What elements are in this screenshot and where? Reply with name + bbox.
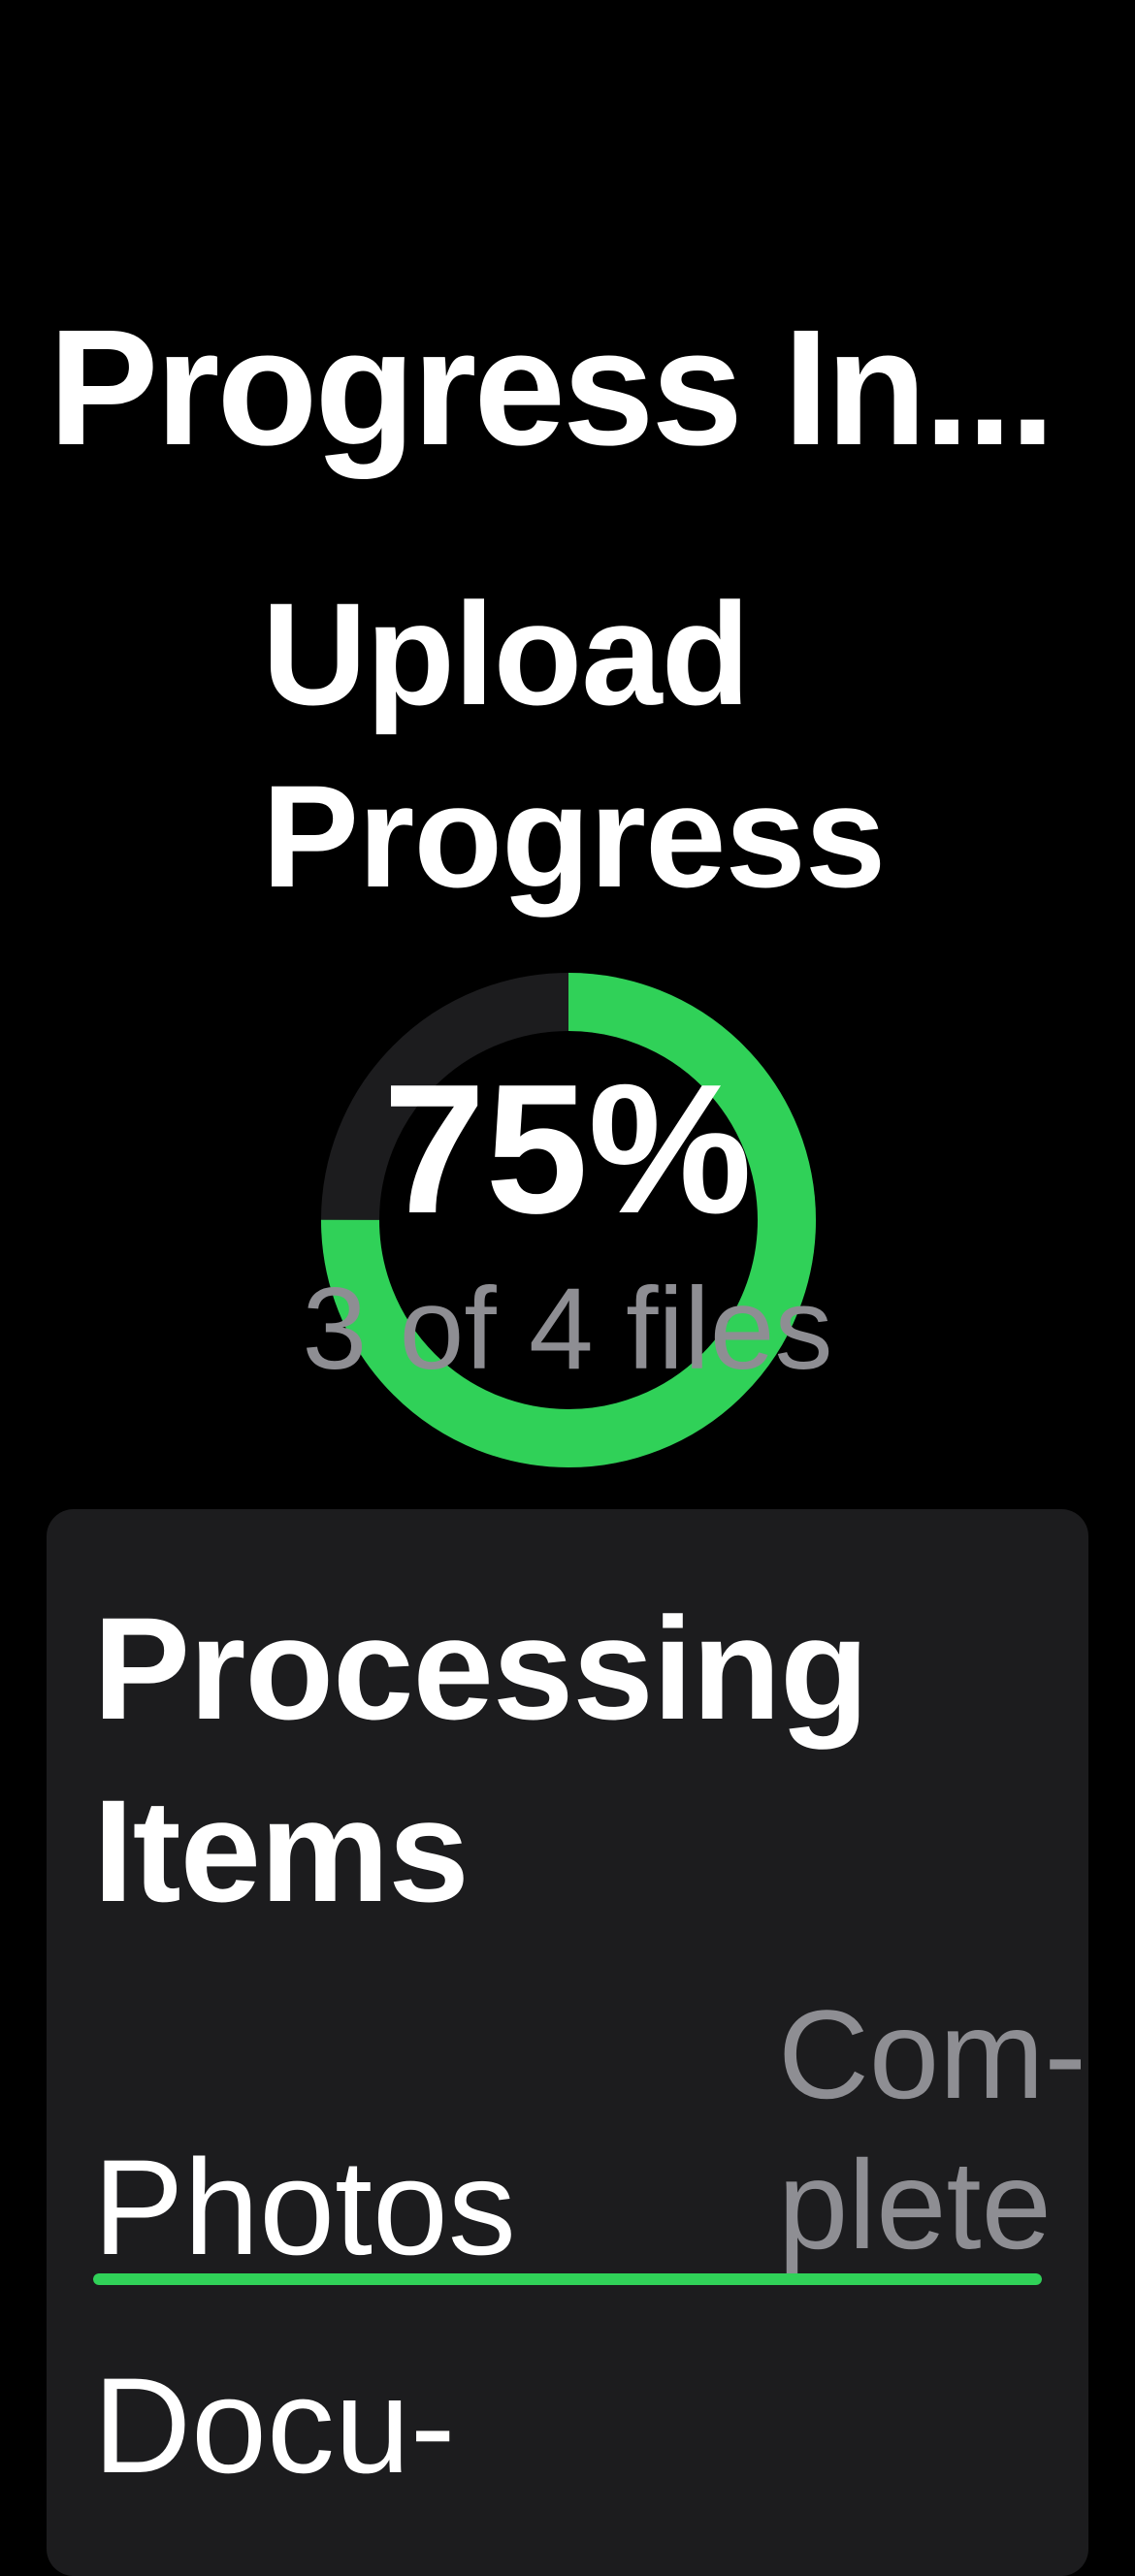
files-count-label: 3 of 4 files: [302, 1264, 833, 1394]
upload-title-line2: Progress: [262, 755, 886, 918]
processing-title-line2: Items: [93, 1769, 470, 1932]
item-status: Com- plete: [778, 1980, 1086, 2280]
upload-progress-title: Upload Progress: [262, 563, 886, 927]
item-name: Photos: [93, 2131, 516, 2283]
upload-title-line1: Upload: [262, 572, 750, 735]
item-progress-bar: [93, 2273, 1042, 2285]
list-item-documents[interactable]: Docu-: [93, 2343, 455, 2508]
item-status-line2: plete: [778, 2134, 1052, 2275]
processing-items-card: Processing Items Photos Com- plete Docu-: [47, 1509, 1088, 2576]
processing-items-title: Processing Items: [93, 1577, 869, 1942]
item-status-line1: Com-: [778, 1983, 1086, 2125]
item-progress-fill: [93, 2273, 1042, 2285]
processing-title-line1: Processing: [93, 1587, 869, 1750]
progress-percent: 75%: [382, 1046, 753, 1252]
list-item-photos[interactable]: Photos Com- plete: [93, 1980, 1086, 2283]
page-title: Progress In...: [49, 296, 1055, 480]
